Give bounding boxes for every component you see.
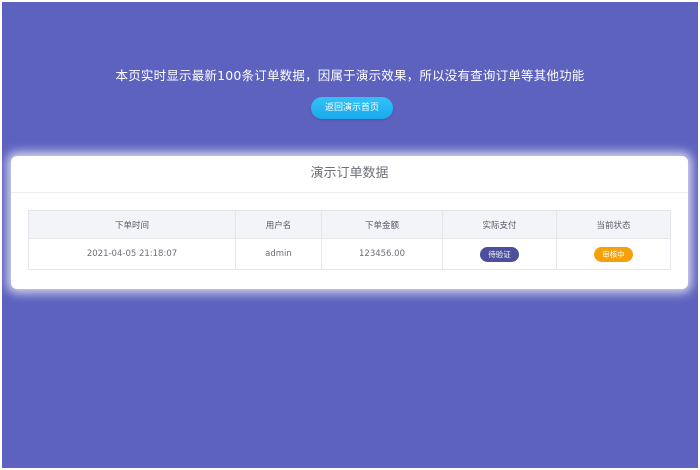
column-header-current-status: 当前状态 [556, 210, 671, 239]
back-to-demo-home-button[interactable]: 返回演示首页 [311, 97, 393, 119]
payment-status-badge: 待验证 [480, 246, 519, 262]
column-header-actual-payment: 实际支付 [442, 210, 557, 239]
order-status-badge: 审核中 [594, 246, 633, 262]
column-header-order-time: 下单时间 [28, 210, 236, 239]
table-header-row: 下单时间 用户名 下单金额 实际支付 当前状态 [28, 210, 671, 239]
page-notice: 本页实时显示最新100条订单数据，因属于演示效果，所以没有查询订单等其他功能 [115, 68, 585, 83]
username-cell: admin [235, 238, 322, 270]
panel-title: 演示订单数据 [11, 156, 688, 193]
column-header-username: 用户名 [235, 210, 322, 239]
table-row: 2021-04-05 21:18:07 admin 123456.00 待验证 … [28, 238, 671, 270]
orders-table: 下单时间 用户名 下单金额 实际支付 当前状态 2021-04-05 21:18… [28, 210, 671, 270]
order-amount-cell: 123456.00 [321, 238, 443, 270]
column-header-order-amount: 下单金额 [321, 210, 443, 239]
orders-panel: 演示订单数据 下单时间 用户名 下单金额 实际支付 当前状态 2021-04-0… [11, 156, 688, 289]
actual-payment-cell: 待验证 [442, 238, 557, 270]
current-status-cell: 审核中 [556, 238, 671, 270]
order-time-cell: 2021-04-05 21:18:07 [28, 238, 236, 270]
